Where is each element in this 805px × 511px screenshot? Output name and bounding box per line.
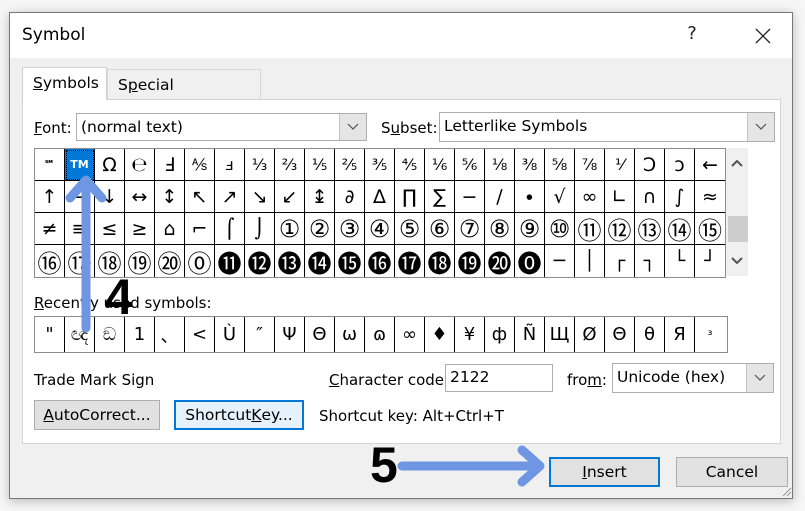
arrow-step-4 xyxy=(65,175,107,333)
tab-symbols-label: ymbols xyxy=(42,74,99,92)
tab-symbols[interactable]: Symbols xyxy=(22,67,107,100)
step-5-number: 5 xyxy=(370,437,398,493)
step-4-number: 4 xyxy=(105,269,133,325)
tab-symbols-accel: S xyxy=(33,74,43,92)
arrow-step-5 xyxy=(397,445,545,487)
annotation-layer xyxy=(65,175,545,487)
